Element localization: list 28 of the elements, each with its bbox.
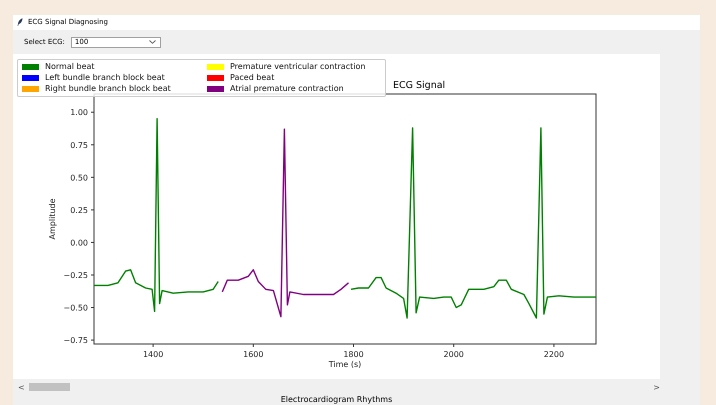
x-tick-label: 1600 xyxy=(243,350,264,360)
y-tick-label: 0.50 xyxy=(70,174,88,183)
x-tick-label: 2200 xyxy=(544,350,564,360)
chevron-down-icon xyxy=(148,40,156,44)
y-tick-label: 0.25 xyxy=(70,206,88,216)
scrollbar-thumb[interactable] xyxy=(28,383,70,392)
chart-title: ECG Signal xyxy=(393,80,446,92)
feather-icon xyxy=(17,18,23,26)
y-tick-label: −0.25 xyxy=(63,271,88,280)
legend-label: Atrial premature contraction xyxy=(230,84,344,94)
x-tick-label: 1400 xyxy=(142,350,164,360)
y-tick-label: 0.00 xyxy=(70,238,88,248)
x-tick-label: 1800 xyxy=(343,350,364,360)
legend-label: Paced beat xyxy=(230,73,274,82)
y-tick-label: −0.50 xyxy=(63,304,88,313)
legend-label: Left bundle branch block beat xyxy=(45,73,165,82)
y-axis-label: Amplitude xyxy=(48,198,57,240)
legend-label: Premature ventricular contraction xyxy=(230,62,366,72)
legend-label: Right bundle branch block beat xyxy=(45,84,171,94)
y-tick-label: −0.75 xyxy=(63,336,88,346)
scroll-right-arrow[interactable]: > xyxy=(653,382,660,392)
y-tick-label: 1.00 xyxy=(70,108,88,118)
x-tick-label: 2000 xyxy=(444,350,464,360)
caption: Electrocardiogram Rhythms xyxy=(280,395,392,404)
y-tick-label: 0.75 xyxy=(70,141,88,150)
scroll-left-arrow[interactable]: < xyxy=(18,382,25,392)
legend-label: Normal beat xyxy=(45,62,95,72)
x-axis-label: Time (s) xyxy=(328,360,362,370)
